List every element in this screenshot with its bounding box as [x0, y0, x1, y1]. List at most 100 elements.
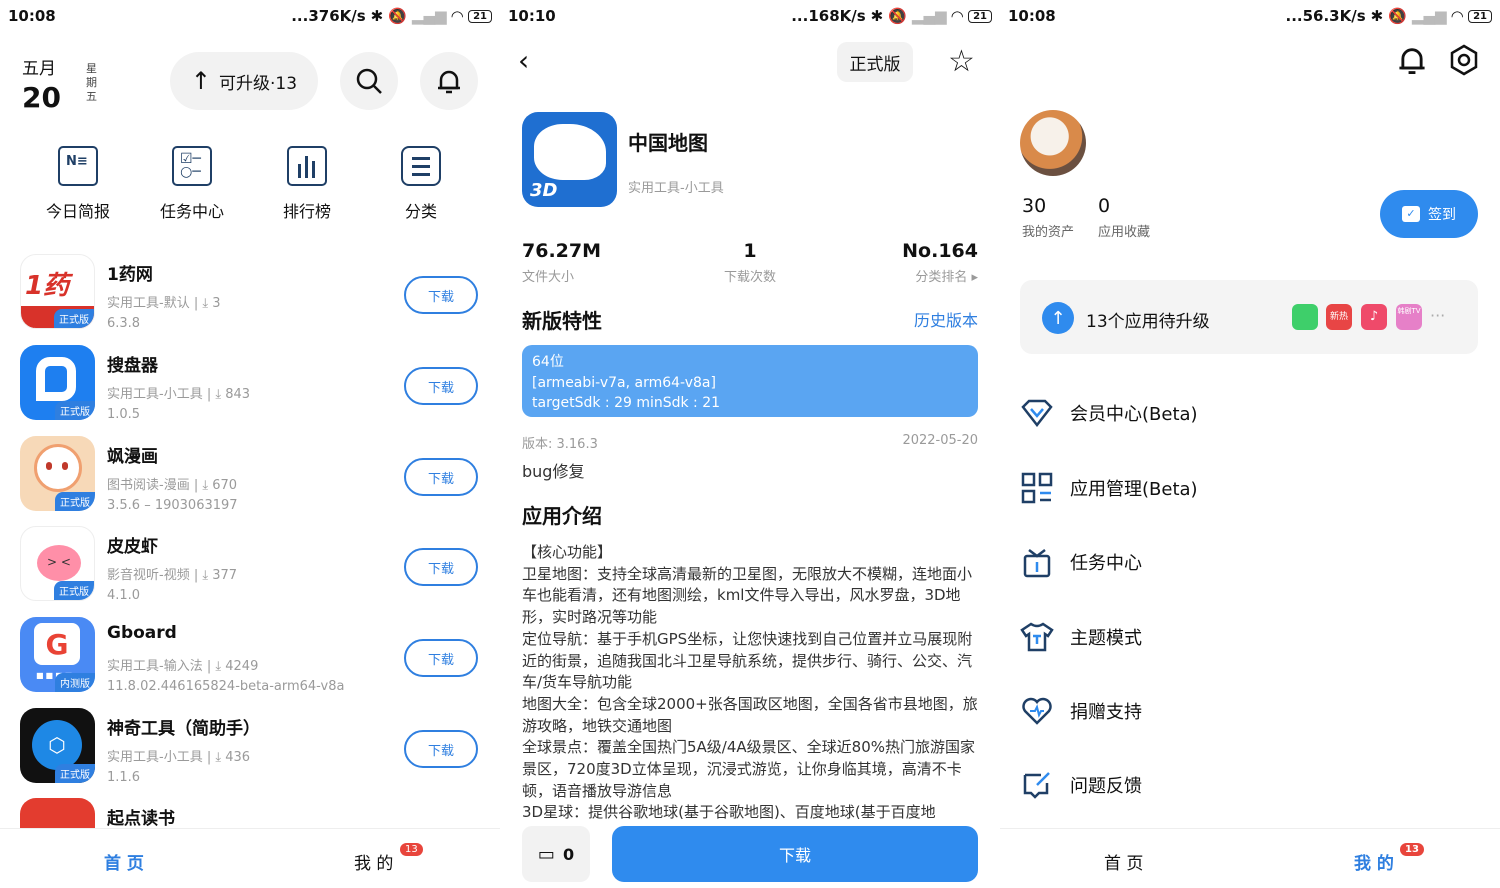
nav-mine[interactable]: 我 的 13 — [354, 843, 423, 874]
app-list-item[interactable]: 1药网 正式版 1药网 实用工具-默认 | ⤓ 3 6.3.8 下载 — [20, 254, 490, 332]
features-title: 新版特性 — [522, 309, 602, 333]
wifi-icon: ◠ — [1451, 7, 1464, 25]
stat-label: 下载次数 — [723, 270, 776, 285]
app-list-item[interactable]: 正式版 飒漫画 图书阅读-漫画 | ⤓ 670 3.5.6 – 19030631… — [20, 436, 490, 514]
app-version: 1.0.5 — [107, 407, 141, 422]
app-list-item[interactable]: 正式版 搜盘器 实用工具-小工具 | ⤓ 843 1.0.5 下载 — [20, 345, 490, 423]
quick-tasks[interactable]: ☑─ ○─ 任务中心 — [147, 146, 237, 222]
mute-icon: 🔕 — [388, 7, 407, 25]
comment-button[interactable]: ▭ 0 — [522, 826, 590, 882]
stat-favorites[interactable]: 0 应用收藏 — [1098, 195, 1150, 240]
nav-home[interactable]: 首 页 — [1104, 849, 1143, 874]
app-icon: 1药网 正式版 — [20, 254, 95, 329]
chart-icon — [287, 146, 327, 186]
stat-value: 30 — [1022, 195, 1047, 217]
avatar[interactable] — [1020, 110, 1086, 176]
quick-category[interactable]: 分类 — [376, 146, 466, 222]
app-version: 4.1.0 — [107, 588, 141, 603]
download-button[interactable]: 下载 — [404, 367, 478, 405]
signal-icon: ▂▄▆ — [1411, 7, 1447, 25]
menu-theme[interactable]: 主题模式 — [1020, 617, 1480, 657]
status-time: 10:08 — [8, 7, 56, 25]
menu-feedback[interactable]: 问题反馈 — [1020, 765, 1480, 805]
menu-vip[interactable]: 会员中心(Beta) — [1020, 393, 1480, 433]
app-icon: 3D — [522, 112, 617, 207]
quick-category-label: 分类 — [404, 202, 437, 221]
app-category: 实用工具-小工具 | — [107, 387, 212, 402]
history-link[interactable]: 历史版本 — [914, 307, 978, 331]
stat-label: 应用收藏 — [1098, 225, 1151, 240]
bluetooth-icon: ✱ — [1370, 7, 1384, 25]
upgrade-card[interactable]: ↑ 13个应用待升级 新热 ♪ 韩剧TV ··· — [1020, 280, 1478, 354]
download-button[interactable]: 下载 — [404, 548, 478, 586]
status-bar: 10:08 ...56.3K/s ✱ 🔕 ▂▄▆ ◠ 21 — [1000, 0, 1500, 32]
download-button[interactable]: 下载 — [404, 276, 478, 314]
intro-paragraph: 地图大全：包含全球2000+张各国政区地图，全国各省市县地图，旅游攻略，地铁交通… — [522, 694, 978, 735]
menu-label: 捐赠支持 — [1070, 702, 1142, 723]
nav-badge: 13 — [400, 843, 423, 856]
app-icon: ⬡ 正式版 — [20, 708, 95, 783]
app-icon-label: 3D — [530, 180, 558, 201]
quick-ranking[interactable]: 排行榜 — [262, 146, 352, 222]
search-icon — [356, 68, 382, 94]
upgrade-card-text: 13个应用待升级 — [1086, 312, 1210, 332]
star-icon[interactable]: ☆ — [948, 44, 975, 79]
menu-tasks[interactable]: 任务中心 — [1020, 542, 1480, 582]
menu-label: 应用管理(Beta) — [1070, 479, 1198, 500]
download-button[interactable]: 下载 — [404, 730, 478, 768]
bell-icon — [438, 70, 460, 94]
nav-badge: 13 — [1400, 843, 1424, 856]
bottom-nav: 首 页 我 的 13 — [1000, 828, 1500, 888]
app-downloads: 377 — [212, 568, 238, 583]
app-icon: G ■■■■ 内测版 — [20, 617, 95, 692]
bell-icon — [1399, 48, 1425, 74]
app-detail-screen: 10:10 ...168K/s ✱ 🔕 ▂▄▆ ◠ 21 ‹ 正式版 ☆ 3D … — [500, 0, 1000, 888]
stat-assets[interactable]: 30 我的资产 — [1022, 195, 1074, 240]
build-abi: [armeabi-v7a, arm64-v8a] — [532, 374, 716, 391]
stat-value: No.164 — [902, 240, 978, 262]
app-meta: 图书阅读-漫画 | ⤓ 670 — [107, 474, 237, 493]
download-button[interactable]: 下载 — [612, 826, 978, 882]
nav-mine[interactable]: 我 的 13 — [1354, 843, 1424, 874]
download-count-icon: ⤓ — [215, 750, 222, 765]
upgrade-button[interactable]: ↑ 可升级·13 — [170, 52, 318, 110]
notification-button[interactable] — [420, 52, 478, 110]
app-list-item[interactable]: > < 正式版 皮皮虾 影音视听-视频 | ⤓ 377 4.1.0 下载 — [20, 526, 490, 604]
network-speed: ...376K/s — [291, 7, 366, 25]
menu-label: 主题模式 — [1070, 628, 1142, 649]
quick-news[interactable]: N≡ 今日简报 — [33, 146, 123, 222]
stat-rank[interactable]: No.164 分类排名 ▸ — [902, 240, 978, 285]
mini-app-icon: ♪ — [1361, 304, 1387, 330]
intro-paragraph: 定位导航：基于手机GPS坐标，让您快速找到自己位置并立马展现附近的街景，追随我国… — [522, 629, 973, 692]
signin-button[interactable]: ✓ 签到 — [1380, 190, 1478, 238]
quick-tasks-label: 任务中心 — [159, 202, 224, 221]
app-version: 11.8.02.446165824-beta-arm64-v8a — [107, 679, 345, 694]
app-list-item[interactable]: G ■■■■ 内测版 Gboard 实用工具-输入法 | ⤓ 4249 11.8… — [20, 617, 490, 695]
settings-button[interactable] — [1448, 44, 1480, 80]
app-icon: 正式版 — [20, 436, 95, 511]
app-list-item[interactable]: ⬡ 正式版 神奇工具（简助手） 实用工具-小工具 | ⤓ 436 1.1.6 下… — [20, 708, 490, 786]
news-icon: N≡ — [58, 146, 98, 186]
search-button[interactable] — [340, 52, 398, 110]
date-day: 20 — [22, 81, 61, 114]
stat-label: 文件大小 — [522, 270, 575, 285]
version-chip[interactable]: 正式版 — [837, 42, 913, 82]
back-icon[interactable]: ‹ — [518, 44, 529, 77]
date-block: 五月 20 — [22, 54, 61, 114]
download-button[interactable]: 下载 — [404, 639, 478, 677]
nav-home[interactable]: 首 页 — [104, 849, 144, 874]
download-button[interactable]: 下载 — [404, 458, 478, 496]
build-arch: 64位 — [532, 354, 564, 370]
vip-diamond-icon — [1020, 396, 1054, 430]
menu-app-manage[interactable]: 应用管理(Beta) — [1020, 468, 1480, 508]
status-time: 10:08 — [1008, 7, 1056, 25]
app-icon: 正式版 — [20, 345, 95, 420]
notification-button[interactable] — [1396, 44, 1428, 80]
app-name: 起点读书 — [107, 809, 175, 829]
app-meta: 实用工具-输入法 | ⤓ 4249 — [107, 655, 258, 674]
date-month: 五月 — [22, 59, 56, 79]
app-meta: 影音视听-视频 | ⤓ 377 — [107, 564, 237, 583]
app-name: 皮皮虾 — [107, 537, 158, 557]
menu-donate[interactable]: 捐赠支持 — [1020, 691, 1480, 731]
release-tag: 正式版 — [54, 581, 94, 600]
